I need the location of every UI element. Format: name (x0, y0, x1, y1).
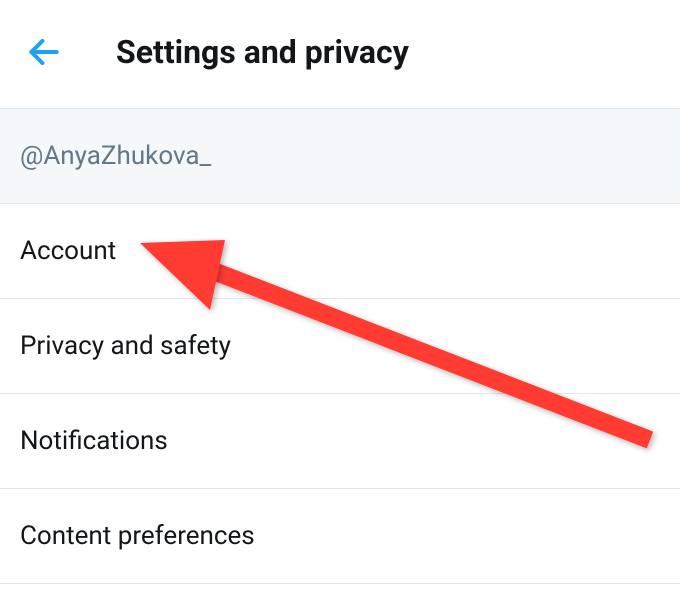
back-arrow-icon (25, 33, 63, 71)
settings-item-account[interactable]: Account (0, 204, 680, 299)
username-handle: @AnyaZhukova_ (20, 141, 660, 171)
settings-item-label: Notifications (20, 426, 168, 456)
settings-item-content-preferences[interactable]: Content preferences (0, 489, 680, 584)
settings-item-notifications[interactable]: Notifications (0, 394, 680, 489)
settings-item-privacy-safety[interactable]: Privacy and safety (0, 299, 680, 394)
settings-list: Account Privacy and safety Notifications… (0, 204, 680, 584)
settings-item-label: Content preferences (20, 521, 255, 551)
settings-item-label: Privacy and safety (20, 331, 231, 361)
back-button[interactable] (20, 28, 68, 76)
username-section: @AnyaZhukova_ (0, 109, 680, 204)
header-bar: Settings and privacy (0, 0, 680, 109)
page-title: Settings and privacy (116, 33, 409, 71)
settings-item-label: Account (20, 236, 116, 266)
